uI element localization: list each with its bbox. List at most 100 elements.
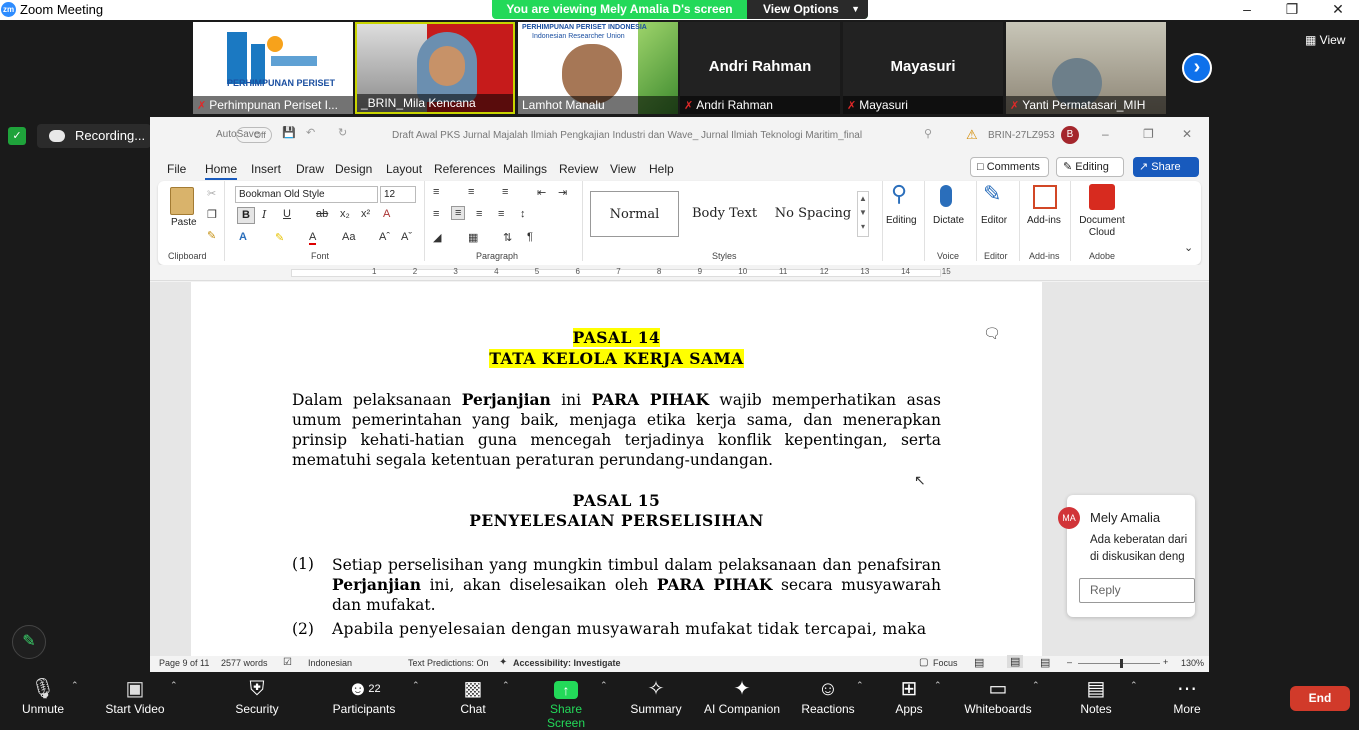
- ai-companion-button[interactable]: ✦ AI Companion: [702, 672, 782, 723]
- undo-icon[interactable]: ↶: [306, 126, 315, 139]
- print-layout-icon[interactable]: ▤: [1007, 655, 1024, 668]
- horizontal-ruler[interactable]: 1 2 3 4 5 6 7 8 9 10 11 12 13 14 15: [150, 265, 1209, 281]
- tab-mailings[interactable]: Mailings: [503, 162, 547, 176]
- minimize-icon[interactable]: –: [1102, 127, 1109, 141]
- shading-icon[interactable]: ◢: [433, 231, 441, 244]
- dictate-button[interactable]: Dictate: [933, 215, 964, 226]
- cut-icon[interactable]: ✂: [207, 187, 216, 200]
- redo-icon[interactable]: ↻: [338, 126, 347, 139]
- tab-help[interactable]: Help: [649, 162, 674, 176]
- borders-icon[interactable]: ▦: [468, 231, 478, 244]
- word-count[interactable]: 2577 words: [221, 658, 268, 668]
- styles-scroll[interactable]: ▲ ▼ ▾: [857, 191, 869, 237]
- end-meeting-button[interactable]: End: [1290, 686, 1350, 711]
- restore-icon[interactable]: ❐: [1143, 127, 1154, 141]
- tab-review[interactable]: Review: [559, 162, 598, 176]
- subscript-icon[interactable]: x₂: [340, 208, 350, 220]
- paste-button[interactable]: Paste: [171, 217, 197, 228]
- summary-button[interactable]: ✧ Summary: [628, 672, 684, 723]
- start-video-button[interactable]: ▣ Start Video ⌃: [100, 672, 177, 723]
- focus-button[interactable]: Focus: [933, 658, 958, 668]
- style-no-spacing[interactable]: No Spacing: [770, 191, 856, 237]
- superscript-icon[interactable]: x²: [361, 208, 370, 220]
- save-icon[interactable]: 💾: [282, 126, 296, 139]
- style-normal[interactable]: Normal: [590, 191, 679, 237]
- view-options-button[interactable]: View Options ▼: [747, 0, 868, 19]
- align-center-icon[interactable]: ≡: [451, 206, 466, 220]
- format-painter-icon[interactable]: ✎: [207, 229, 216, 242]
- share-screen-button[interactable]: ↑ Share Screen ⌃: [530, 672, 608, 730]
- sort-icon[interactable]: ⇅: [503, 231, 512, 244]
- minimize-icon[interactable]: –: [1232, 0, 1262, 20]
- clear-formatting-icon[interactable]: A: [383, 208, 390, 220]
- document-cloud-button[interactable]: Document Cloud: [1078, 215, 1126, 239]
- accessibility-status[interactable]: Accessibility: Investigate: [513, 658, 621, 668]
- document-title[interactable]: Draft Awal PKS Jurnal Majalah Ilmiah Pen…: [392, 130, 862, 141]
- participant-tile[interactable]: Mayasuri ✗ Mayasuri: [843, 22, 1003, 114]
- participant-tile[interactable]: ✗ Yanti Permatasari_MIH: [1006, 22, 1166, 114]
- recording-indicator[interactable]: Recording...: [37, 124, 151, 148]
- participant-tile[interactable]: PERHIMPUNAN PERISET INDONESIA Indonesian…: [518, 22, 678, 114]
- editing-mode-button[interactable]: ✎ Editing: [1056, 157, 1124, 177]
- tab-insert[interactable]: Insert: [251, 162, 281, 176]
- annotate-pencil-button[interactable]: ✎: [12, 625, 46, 659]
- line-spacing-icon[interactable]: ↕: [520, 208, 526, 220]
- web-layout-icon[interactable]: ▤: [1040, 656, 1050, 669]
- align-left-icon[interactable]: ≡: [433, 208, 439, 220]
- editor-button[interactable]: Editor: [981, 215, 1007, 226]
- justify-icon[interactable]: ≡: [498, 208, 504, 220]
- security-button[interactable]: ⛨ Security: [230, 672, 284, 723]
- view-button[interactable]: ▦ View: [1305, 33, 1345, 47]
- comment-card[interactable]: MA Mely Amalia Ada keberatan dari di dis…: [1058, 495, 1195, 617]
- user-avatar[interactable]: B: [1061, 126, 1079, 144]
- editor-icon[interactable]: ✎: [983, 181, 1001, 207]
- editing-button[interactable]: Editing: [886, 215, 917, 226]
- encryption-shield-icon[interactable]: ✓: [8, 127, 26, 145]
- zoom-slider[interactable]: [1078, 663, 1160, 664]
- restore-icon[interactable]: ❐: [1277, 0, 1307, 20]
- collapse-ribbon-icon[interactable]: ⌄: [1184, 241, 1193, 254]
- apps-button[interactable]: ⊞ Apps ⌃: [890, 672, 941, 723]
- find-icon[interactable]: ⚲: [891, 181, 907, 207]
- tab-layout[interactable]: Layout: [386, 162, 422, 176]
- search-icon[interactable]: ⚲: [924, 127, 932, 140]
- comments-button[interactable]: □ Comments: [970, 157, 1049, 177]
- font-color-icon[interactable]: A: [309, 231, 317, 245]
- page-count[interactable]: Page 9 of 11: [159, 658, 209, 668]
- microphone-icon[interactable]: [940, 185, 952, 207]
- tab-file[interactable]: File: [167, 162, 186, 176]
- next-page-button[interactable]: ›: [1182, 53, 1212, 83]
- participant-tile[interactable]: _BRIN_Mila Kencana: [355, 22, 515, 114]
- tab-draw[interactable]: Draw: [296, 162, 324, 176]
- add-ins-button[interactable]: Add-ins: [1027, 215, 1061, 226]
- reply-input[interactable]: Reply: [1079, 578, 1195, 603]
- grow-font-icon[interactable]: Aˆ: [379, 231, 390, 243]
- adobe-pdf-icon[interactable]: [1089, 184, 1115, 210]
- notes-button[interactable]: ▤ Notes ⌃: [1076, 672, 1137, 723]
- unmute-button[interactable]: 🎙 Unmute ⌃: [15, 672, 79, 723]
- close-icon[interactable]: ✕: [1323, 0, 1353, 20]
- highlight-icon[interactable]: ✎: [275, 231, 284, 244]
- text-effects-icon[interactable]: A: [239, 231, 247, 243]
- show-formatting-icon[interactable]: ¶: [527, 231, 533, 243]
- language[interactable]: Indonesian: [308, 658, 352, 668]
- share-button[interactable]: ↗ Share: [1133, 157, 1199, 177]
- text-predictions[interactable]: Text Predictions: On: [408, 658, 489, 668]
- participant-tile[interactable]: PERHIMPUNAN PERISET ✗ Perhimpunan Periset…: [193, 22, 353, 114]
- italic-icon[interactable]: I: [262, 208, 266, 221]
- multilevel-list-icon[interactable]: ≡: [502, 186, 508, 198]
- decrease-indent-icon[interactable]: ⇤: [537, 186, 546, 199]
- tab-references[interactable]: References: [434, 162, 495, 176]
- shrink-font-icon[interactable]: Aˇ: [401, 231, 412, 243]
- proofing-icon[interactable]: ☑: [283, 657, 292, 668]
- document-canvas[interactable]: PASAL 14 TATA KELOLA KERJA SAMA Dalam pe…: [150, 282, 1209, 657]
- whiteboards-button[interactable]: ▭ Whiteboards ⌃: [962, 672, 1039, 723]
- bold-icon[interactable]: B: [237, 207, 255, 224]
- tab-design[interactable]: Design: [335, 162, 372, 176]
- more-button[interactable]: ⋯ More: [1166, 672, 1208, 723]
- document-page[interactable]: PASAL 14 TATA KELOLA KERJA SAMA Dalam pe…: [191, 282, 1042, 657]
- participant-tile[interactable]: Andri Rahman ✗ Andri Rahman: [680, 22, 840, 114]
- strikethrough-icon[interactable]: ab: [316, 208, 328, 220]
- comment-marker-icon[interactable]: 🗨: [983, 325, 1001, 342]
- font-size-select[interactable]: 12: [380, 186, 416, 203]
